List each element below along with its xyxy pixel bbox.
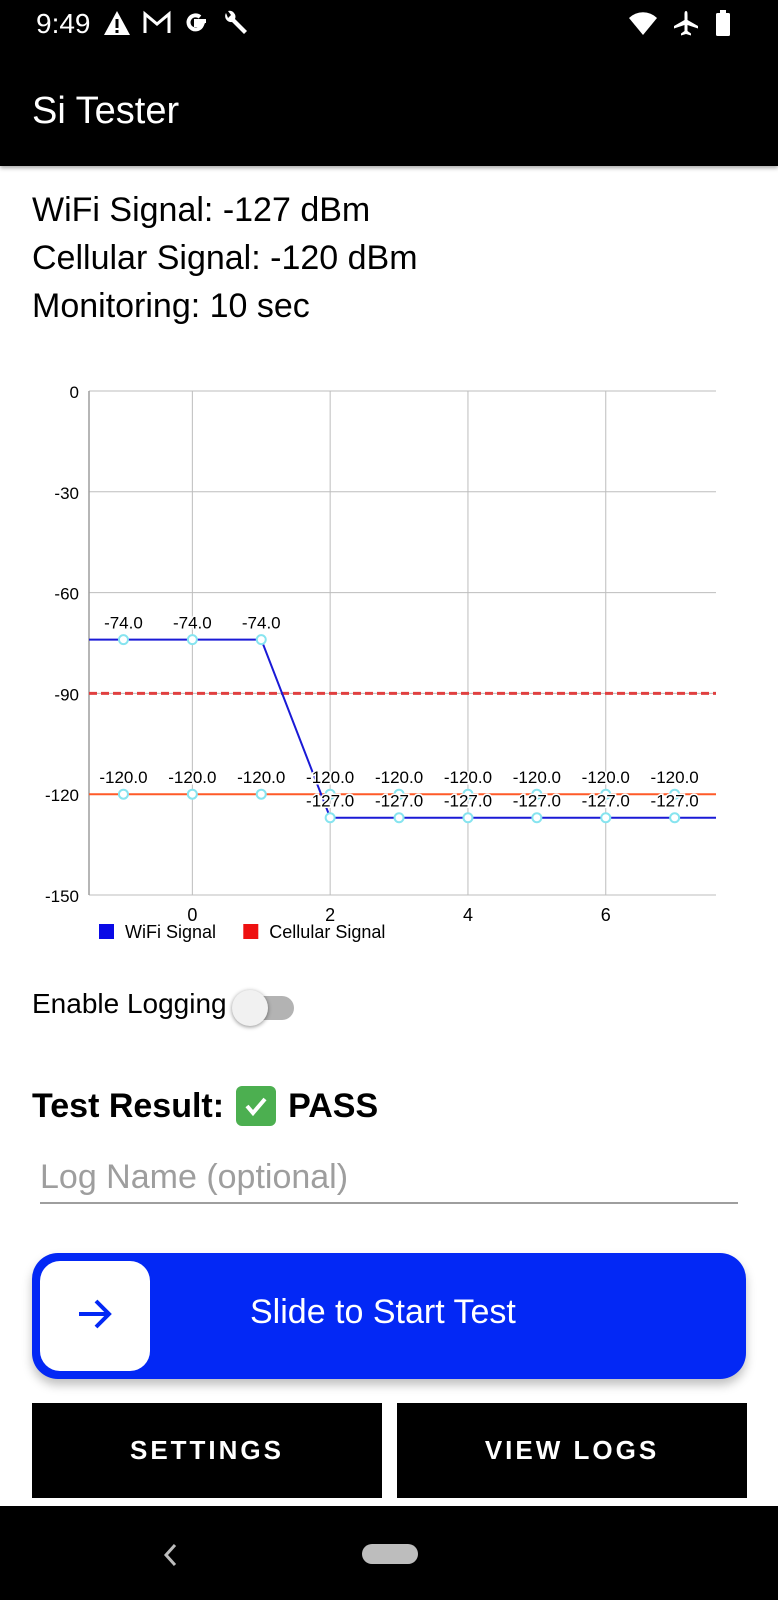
x-tick-label: 6 bbox=[601, 905, 611, 925]
app-title: Si Tester bbox=[32, 90, 180, 132]
legend-label: WiFi Signal bbox=[125, 922, 216, 942]
home-pill-icon[interactable] bbox=[362, 1544, 418, 1564]
slide-to-start-slider[interactable]: Slide to Start Test bbox=[32, 1253, 746, 1379]
data-label: -127.0 bbox=[444, 792, 492, 811]
view-logs-button[interactable]: VIEW LOGS bbox=[397, 1403, 747, 1498]
settings-button[interactable]: SETTINGS bbox=[32, 1403, 382, 1498]
toggle-thumb bbox=[232, 990, 268, 1026]
enable-logging-toggle[interactable] bbox=[232, 988, 294, 1026]
wifi-icon bbox=[628, 10, 658, 41]
app-bar: Si Tester bbox=[0, 48, 778, 166]
test-result-value: PASS bbox=[288, 1086, 379, 1125]
data-label: -74.0 bbox=[173, 614, 212, 633]
y-tick-label: 0 bbox=[70, 383, 79, 402]
data-point bbox=[117, 634, 129, 646]
data-label: -127.0 bbox=[306, 792, 354, 811]
test-result: Test Result: PASS bbox=[32, 1086, 378, 1126]
status-notification-icons bbox=[102, 9, 250, 42]
data-point bbox=[531, 812, 543, 824]
data-point bbox=[186, 788, 198, 800]
check-mark-icon bbox=[236, 1086, 277, 1126]
data-label: -120.0 bbox=[168, 768, 216, 787]
signal-chart: 0-30-60-90-120-1500 2 4 6-74.0 -74.0 -74.0-12… bbox=[45, 383, 716, 942]
y-tick-label: -60 bbox=[54, 585, 79, 604]
warning-icon bbox=[102, 9, 132, 42]
enable-logging-label: Enable Logging bbox=[32, 988, 227, 1019]
battery-icon bbox=[714, 9, 732, 42]
data-point bbox=[393, 812, 405, 824]
slider-handle[interactable] bbox=[40, 1261, 150, 1371]
data-label: -120.0 bbox=[306, 768, 354, 787]
data-point bbox=[669, 812, 681, 824]
data-label: -74.0 bbox=[104, 614, 143, 633]
cellular-signal-readout: Cellular Signal: -120 dBm bbox=[32, 239, 418, 277]
data-point bbox=[186, 634, 198, 646]
data-label: -120.0 bbox=[375, 768, 423, 787]
navigation-bar bbox=[0, 1506, 778, 1600]
data-label: -120.0 bbox=[651, 768, 699, 787]
data-point bbox=[462, 812, 474, 824]
slider-label: Slide to Start Test bbox=[250, 1293, 516, 1331]
data-label: -127.0 bbox=[375, 792, 423, 811]
data-label: -127.0 bbox=[651, 792, 699, 811]
x-tick-label: 4 bbox=[463, 905, 473, 925]
legend-swatch bbox=[99, 924, 114, 939]
data-label: -127.0 bbox=[513, 792, 561, 811]
wifi-signal-readout: WiFi Signal: -127 dBm bbox=[32, 191, 371, 229]
log-name-input[interactable] bbox=[40, 1152, 738, 1204]
data-point bbox=[324, 812, 336, 824]
data-label: -120.0 bbox=[99, 768, 147, 787]
status-bar: 9:49 bbox=[0, 0, 778, 48]
data-label: -74.0 bbox=[242, 614, 281, 633]
legend-swatch bbox=[243, 924, 259, 939]
data-label: -120.0 bbox=[444, 768, 492, 787]
y-tick-label: -150 bbox=[45, 887, 79, 906]
y-tick-label: -120 bbox=[45, 786, 79, 805]
data-point bbox=[117, 788, 129, 800]
status-time: 9:49 bbox=[36, 8, 91, 39]
data-point bbox=[255, 788, 267, 800]
google-icon bbox=[182, 9, 210, 42]
data-label: -127.0 bbox=[582, 792, 630, 811]
test-result-label: Test Result: bbox=[32, 1086, 225, 1125]
data-point bbox=[600, 812, 612, 824]
y-tick-label: -90 bbox=[54, 685, 79, 704]
monitoring-readout: Monitoring: 10 sec bbox=[32, 287, 310, 325]
status-system-icons bbox=[628, 9, 732, 42]
gmail-icon bbox=[142, 9, 172, 42]
legend-label: Cellular Signal bbox=[269, 922, 385, 942]
airplane-icon bbox=[672, 9, 700, 42]
y-tick-label: -30 bbox=[54, 484, 79, 503]
wrench-icon bbox=[220, 9, 250, 42]
data-label: -120.0 bbox=[513, 768, 561, 787]
arrow-right-icon bbox=[75, 1297, 115, 1336]
data-label: -120.0 bbox=[582, 768, 630, 787]
back-icon[interactable] bbox=[160, 1541, 180, 1574]
data-point bbox=[255, 634, 267, 646]
data-label: -120.0 bbox=[237, 768, 285, 787]
